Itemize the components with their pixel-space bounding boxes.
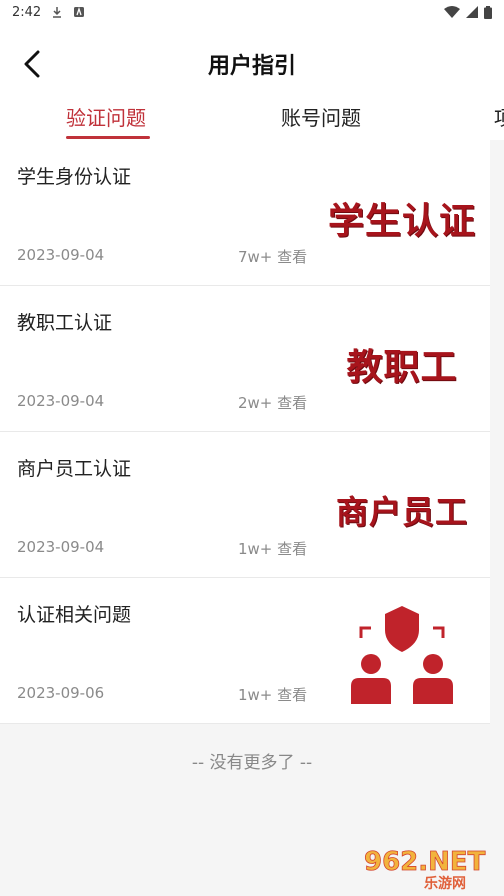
watermark-logo: 962.NET 乐游网 bbox=[362, 840, 498, 892]
battery-icon bbox=[484, 5, 492, 19]
thumbnail-text: 商户员工 bbox=[335, 493, 468, 531]
item-date: 2023-09-04 bbox=[17, 392, 105, 410]
guide-list: 学生身份认证 2023-09-04 7w+ 查看 学生认证 教职工认证 2023… bbox=[0, 140, 504, 724]
item-thumbnail: 教职工 bbox=[322, 314, 482, 414]
wifi-icon bbox=[444, 6, 460, 18]
tab-verification[interactable]: 验证问题 bbox=[66, 102, 146, 131]
signal-icon bbox=[466, 6, 478, 18]
download-icon bbox=[53, 7, 62, 18]
item-date: 2023-09-04 bbox=[17, 246, 105, 264]
item-thumbnail bbox=[322, 606, 482, 706]
status-time: 2:42 bbox=[12, 4, 42, 20]
item-thumbnail: 学生认证 bbox=[322, 168, 482, 268]
active-tab-indicator bbox=[66, 136, 150, 139]
item-views: 7w+ 查看 bbox=[238, 248, 308, 266]
app-notification-icon bbox=[74, 6, 85, 17]
item-views: 1w+ 查看 bbox=[238, 686, 308, 704]
list-item[interactable]: 教职工认证 2023-09-04 2w+ 查看 教职工 bbox=[0, 286, 490, 432]
app-header: 用户指引 bbox=[0, 24, 504, 100]
user-shield-icon bbox=[351, 606, 453, 704]
end-of-list-note: -- 没有更多了 -- bbox=[191, 753, 313, 773]
item-title: 认证相关问题 bbox=[17, 604, 132, 626]
watermark-logo-icon: 962.NET 乐游网 bbox=[364, 847, 486, 892]
item-thumbnail: 商户员工 bbox=[322, 460, 482, 560]
tab-account[interactable]: 账号问题 bbox=[281, 102, 361, 131]
thumbnail-text: 教职工 bbox=[346, 346, 458, 388]
page-title: 用户指引 bbox=[207, 54, 296, 79]
item-title: 商户员工认证 bbox=[17, 458, 132, 480]
tab-more[interactable]: 项 bbox=[494, 102, 504, 131]
list-item[interactable]: 学生身份认证 2023-09-04 7w+ 查看 学生认证 bbox=[0, 140, 490, 286]
status-bar: 2:42 bbox=[0, 0, 504, 24]
thumbnail-text: 学生认证 bbox=[327, 200, 476, 242]
watermark-sub: 乐游网 bbox=[424, 875, 466, 892]
item-date: 2023-09-06 bbox=[17, 684, 105, 702]
item-views: 1w+ 查看 bbox=[238, 540, 308, 558]
list-item[interactable]: 商户员工认证 2023-09-04 1w+ 查看 商户员工 bbox=[0, 432, 490, 578]
item-date: 2023-09-04 bbox=[17, 538, 105, 556]
tab-bar: 验证问题 账号问题 项 bbox=[0, 100, 504, 140]
list-item[interactable]: 认证相关问题 2023-09-06 1w+ 查看 bbox=[0, 578, 490, 724]
item-title: 教职工认证 bbox=[17, 312, 113, 334]
item-title: 学生身份认证 bbox=[17, 166, 132, 188]
item-views: 2w+ 查看 bbox=[238, 394, 308, 412]
watermark-brand: 962.NET bbox=[364, 847, 486, 877]
